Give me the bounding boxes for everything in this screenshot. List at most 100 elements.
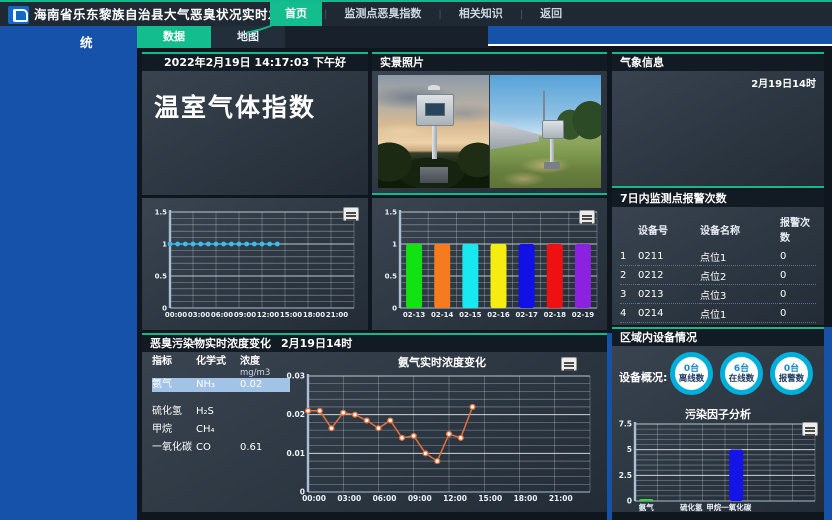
- svg-text:12:00: 12:00: [443, 494, 467, 503]
- odor-table-header: 指标 化学式 浓度: [152, 355, 290, 369]
- svg-text:00:00: 00:00: [165, 311, 187, 319]
- svg-text:1: 1: [162, 241, 167, 249]
- ammonia-chart-block: 氨气实时浓度变化 00.010.020.0300:0003:0006:0009:…: [282, 355, 602, 511]
- site-photo-field: [490, 75, 601, 188]
- nav-item-odor-index[interactable]: 监测点恶臭指数: [329, 2, 436, 26]
- station-cabinet: [416, 94, 454, 126]
- svg-text:7.5: 7.5: [619, 420, 632, 429]
- svg-text:0: 0: [627, 497, 632, 506]
- weather-date: 2月19日14时: [751, 75, 816, 90]
- chart-menu-hamburger-icon[interactable]: [343, 207, 359, 221]
- logo-icon: [13, 9, 28, 22]
- svg-text:02-13: 02-13: [403, 311, 426, 319]
- alarm-panel-title: 7日内监测点报警次数: [612, 190, 824, 207]
- odor-panel-title: 恶臭污染物实时浓度变化: [150, 335, 271, 352]
- stat-circle-alarm: 0台 报警数: [770, 352, 813, 395]
- right-edge-decoration: [824, 327, 832, 520]
- svg-text:18:00: 18:00: [303, 311, 325, 319]
- station-screen: [425, 103, 445, 116]
- ammonia-chart-title: 氨气实时浓度变化: [282, 355, 602, 370]
- header-blue-band: [488, 26, 832, 46]
- weather-panel-title: 气象信息: [612, 54, 824, 71]
- main-nav: 首页 | 监测点恶臭指数 | 相关知识 | 返回: [270, 2, 577, 26]
- svg-text:02-17: 02-17: [515, 311, 538, 319]
- svg-text:0.03: 0.03: [286, 372, 305, 381]
- alarm-table-row: 20212点位20: [620, 266, 816, 285]
- greenhouse-headline: 温室气体指数: [154, 88, 316, 124]
- photos-panel-title: 实景照片: [372, 54, 607, 71]
- svg-text:09:00: 09:00: [234, 311, 256, 319]
- svg-text:21:00: 21:00: [549, 494, 573, 503]
- top-header: 海南省乐东黎族自治县大气恶臭状况实时发布系 首页 | 监测点恶臭指数 | 相关知…: [0, 0, 832, 26]
- odor-row-h2s[interactable]: 硫化氢 H₂S: [152, 405, 290, 419]
- weekly-index-panel: 00.511.502-1302-1402-1502-1602-1702-1802…: [372, 198, 607, 330]
- svg-text:02-18: 02-18: [544, 311, 567, 319]
- svg-text:12:00: 12:00: [257, 311, 279, 319]
- svg-text:00:00: 00:00: [302, 494, 326, 503]
- svg-text:02-15: 02-15: [459, 311, 482, 319]
- field-wall: [490, 118, 539, 150]
- station-base: [420, 167, 448, 183]
- nav-item-knowledge[interactable]: 相关知识: [444, 2, 518, 26]
- stat-circle-offline: 0台 离线数: [670, 352, 713, 395]
- svg-text:一氧化碳: 一氧化碳: [721, 502, 751, 512]
- svg-text:0: 0: [392, 305, 397, 313]
- device-status-panel: 区域内设备情况 设备概况: 0台 离线数 6台 在线数 0台 报警数 污染因子分…: [612, 327, 824, 512]
- nav-item-back[interactable]: 返回: [525, 2, 577, 26]
- odor-row-co[interactable]: 一氧化碳 CO 0.61: [152, 441, 290, 455]
- chart-menu-hamburger-icon[interactable]: [561, 357, 577, 371]
- datetime-text: 2022年2月19日 14:17:03 下午好: [142, 54, 368, 71]
- pollution-factor-chart: 02.557.5氨气硫化氢甲烷一氧化碳: [615, 418, 821, 514]
- svg-text:2.5: 2.5: [619, 471, 632, 480]
- device-overview-label: 设备概况:: [619, 369, 667, 385]
- alarm-table-row: 10211点位10: [620, 247, 816, 266]
- title-overflow-text: 统: [80, 32, 93, 51]
- odor-panel-header: 恶臭污染物实时浓度变化 2月19日14时: [142, 335, 607, 352]
- station2-cabinet: [542, 120, 564, 139]
- odor-row-ch4[interactable]: 甲烷 CH₄: [152, 423, 290, 437]
- svg-text:06:00: 06:00: [211, 311, 233, 319]
- svg-text:21:00: 21:00: [326, 311, 348, 319]
- svg-text:1.5: 1.5: [155, 209, 168, 217]
- svg-text:09:00: 09:00: [408, 494, 432, 503]
- svg-text:15:00: 15:00: [280, 311, 302, 319]
- odor-row-ammonia[interactable]: 氨气 NH₃ 0.02: [152, 378, 290, 392]
- station2-base: [544, 162, 560, 169]
- svg-text:03:00: 03:00: [188, 311, 210, 319]
- svg-text:06:00: 06:00: [373, 494, 397, 503]
- station-antenna: [428, 85, 440, 90]
- alarm-table-row: 40214点位10: [620, 304, 816, 323]
- svg-text:硫化氢: 硫化氢: [680, 502, 703, 512]
- site-photos-panel: 实景照片: [372, 52, 607, 195]
- greenhouse-trend-chart: 00.511.500:0003:0006:0009:0012:0015:0018…: [144, 202, 366, 326]
- svg-text:03:00: 03:00: [337, 494, 361, 503]
- app-logo: [8, 6, 29, 24]
- weekly-index-chart: 00.511.502-1302-1402-1502-1602-1702-1802…: [374, 202, 605, 326]
- device-stat-circles: 0台 离线数 6台 在线数 0台 报警数: [670, 352, 813, 395]
- left-sidebar: 统: [0, 26, 137, 520]
- tab-data[interactable]: 数据: [137, 26, 211, 48]
- nav-separator: |: [324, 9, 327, 20]
- alarm-count-panel: 7日内监测点报警次数 设备号 设备名称 报警次数 10211点位10 20212…: [612, 190, 824, 325]
- svg-text:02-19: 02-19: [572, 311, 595, 319]
- svg-text:0.02: 0.02: [286, 410, 305, 419]
- chart-menu-hamburger-icon[interactable]: [579, 210, 595, 224]
- site-photo-sunset: [378, 75, 489, 188]
- odor-table: 指标 化学式 浓度 mg/m3 氨气 NH₃ 0.02 硫化氢 H₂S 甲烷 C…: [152, 355, 290, 455]
- device-panel-title: 区域内设备情况: [612, 329, 824, 346]
- svg-text:5: 5: [627, 445, 632, 454]
- odor-panel-date: 2月19日14时: [281, 335, 352, 352]
- greenhouse-index-panel: 2022年2月19日 14:17:03 下午好 温室气体指数: [142, 52, 368, 195]
- nav-separator: |: [438, 9, 441, 20]
- ammonia-trend-chart: 00.010.020.0300:0003:0006:0009:0012:0015…: [282, 370, 602, 508]
- svg-text:1.5: 1.5: [385, 209, 398, 217]
- stat-circle-online: 6台 在线数: [720, 352, 763, 395]
- svg-text:02-16: 02-16: [487, 311, 510, 319]
- photo-strip: [378, 75, 601, 188]
- nav-item-home[interactable]: 首页: [270, 2, 322, 26]
- greenhouse-trend-panel: 00.511.500:0003:0006:0009:0012:0015:0018…: [142, 198, 368, 330]
- odor-concentration-panel: 恶臭污染物实时浓度变化 2月19日14时 指标 化学式 浓度 mg/m3 氨气 …: [142, 333, 607, 512]
- chart-menu-hamburger-icon[interactable]: [802, 422, 818, 436]
- svg-text:18:00: 18:00: [514, 494, 538, 503]
- svg-text:1: 1: [392, 241, 397, 249]
